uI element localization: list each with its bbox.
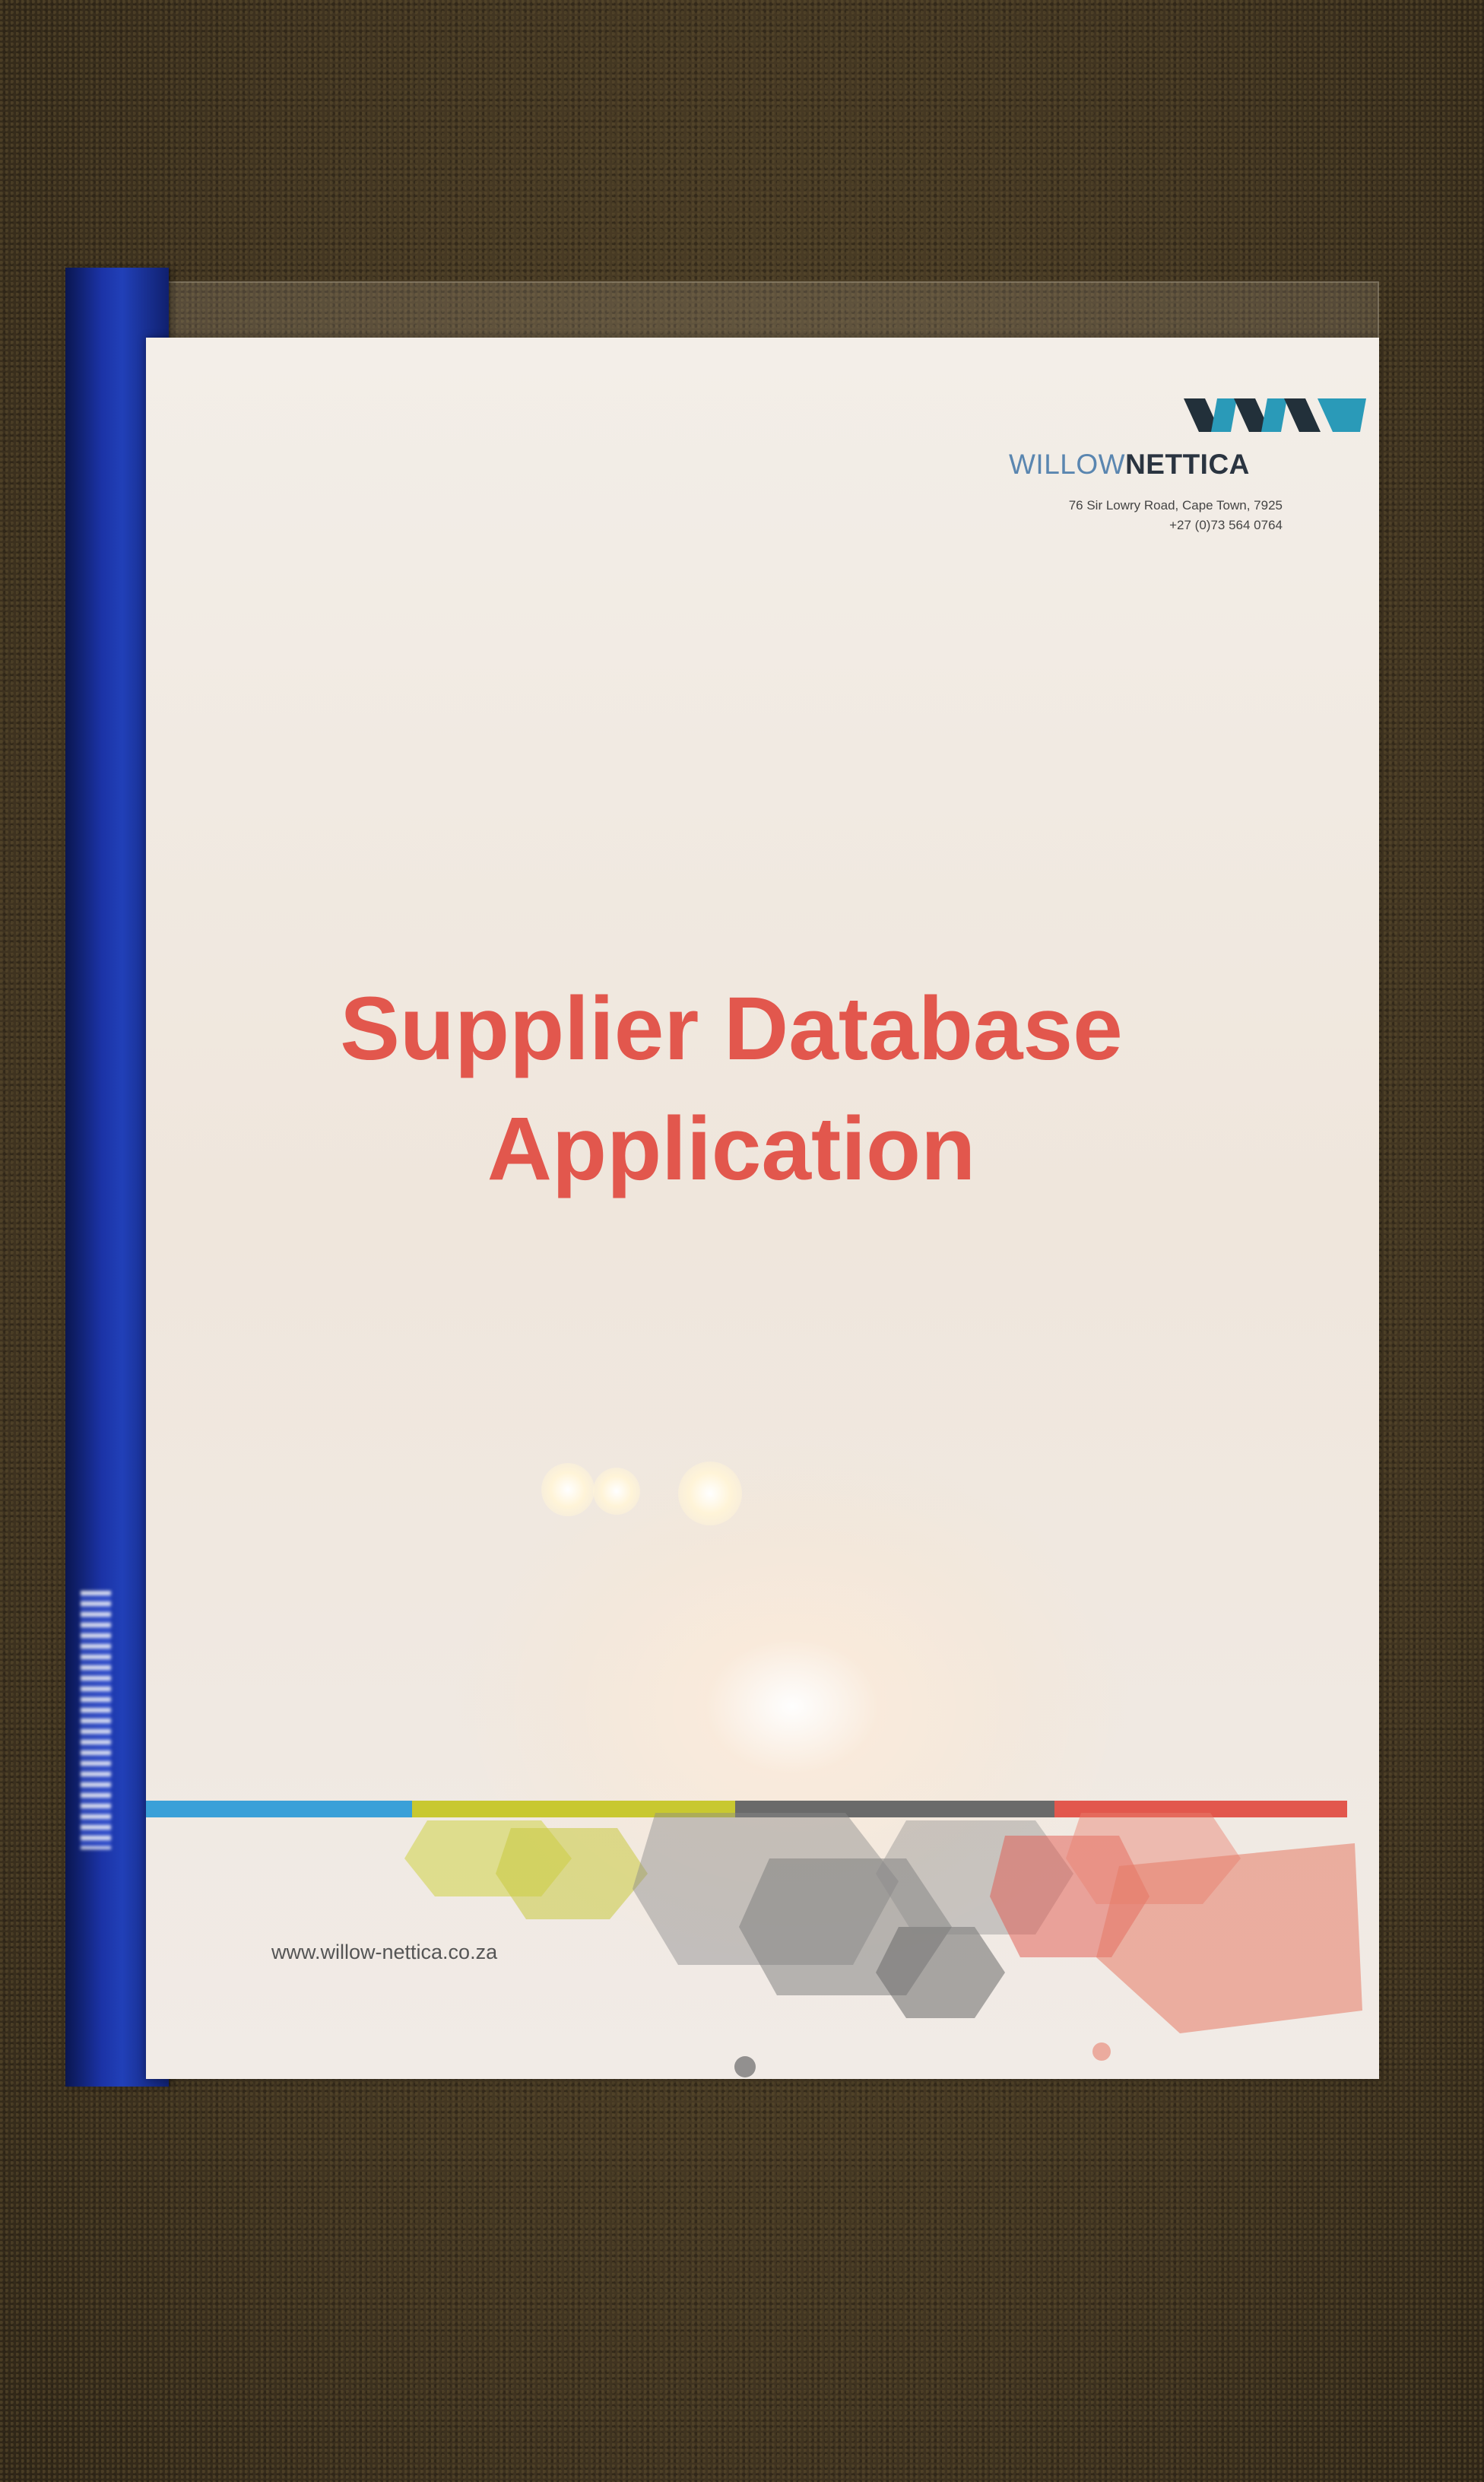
company-name: WILLOWNETTICA: [1009, 449, 1343, 481]
hexagon-shape: [876, 1927, 1005, 2018]
company-logo: WILLOWNETTICA 76 Sir Lowry Road, Cape To…: [1009, 385, 1366, 535]
company-address: 76 Sir Lowry Road, Cape Town, 7925 +27 (…: [1009, 496, 1283, 535]
glare-spot: [678, 1462, 742, 1525]
hexagon-shape: [496, 1828, 648, 1919]
address-line: 76 Sir Lowry Road, Cape Town, 7925: [1068, 498, 1283, 513]
phone-line: +27 (0)73 564 0764: [1169, 518, 1283, 532]
title-line-1: Supplier Database: [340, 979, 1123, 1079]
hexagon-shape: [1096, 1843, 1362, 2033]
website-url: www.willow-nettica.co.za: [271, 1941, 498, 1963]
company-name-bold: NETTICA: [1125, 449, 1250, 480]
dot-shape: [734, 2056, 756, 2077]
glare-spot: [541, 1463, 595, 1516]
document-title: Supplier Database Application: [146, 969, 1317, 1209]
dot-shape: [1092, 2042, 1111, 2061]
company-name-light: WILLOW: [1009, 449, 1126, 480]
glare-spot: [593, 1468, 640, 1515]
willow-nettica-logo-icon: [1184, 398, 1366, 432]
title-line-2: Application: [487, 1099, 976, 1199]
cover-page: WILLOWNETTICA 76 Sir Lowry Road, Cape To…: [146, 338, 1379, 2079]
